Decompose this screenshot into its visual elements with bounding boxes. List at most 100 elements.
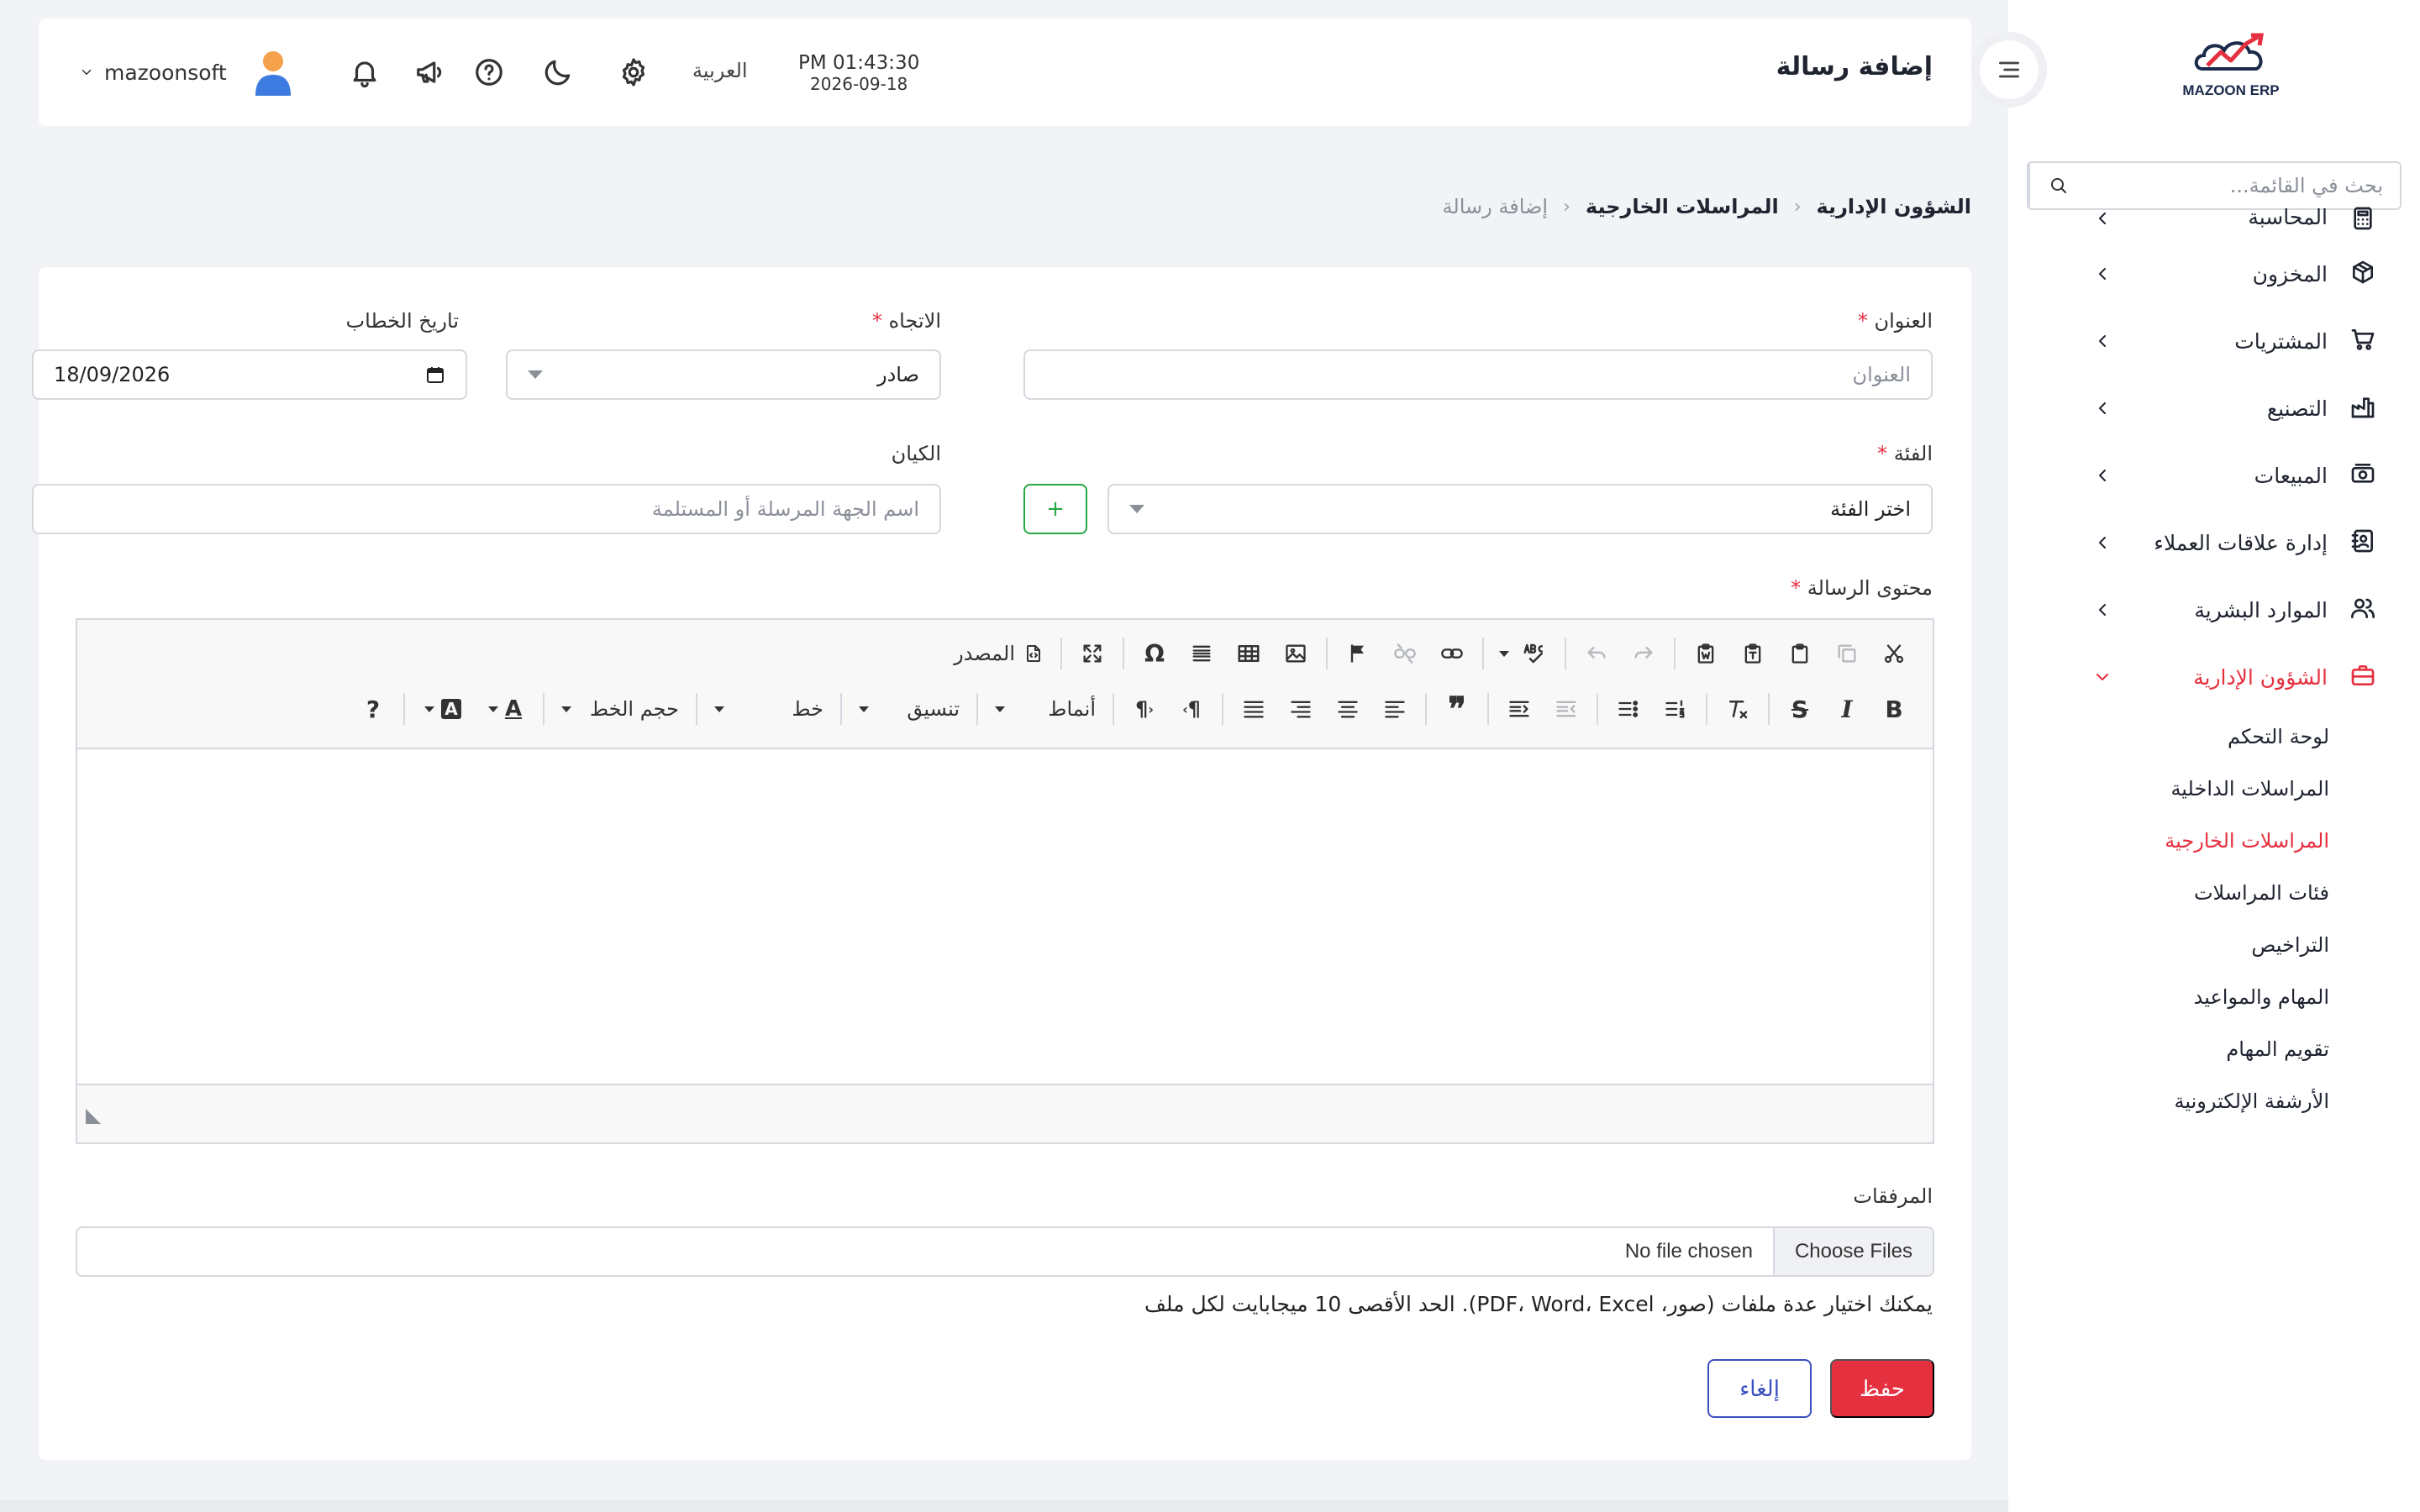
search-icon[interactable] xyxy=(2028,163,2087,208)
attachments-label: المرفقات xyxy=(1853,1184,1933,1208)
sidebar-item-sales[interactable]: المبيعات xyxy=(2008,442,2420,509)
font-size-label: حجم الخط xyxy=(589,697,679,721)
submenu-item-external-correspondence[interactable]: المراسلات الخارجية xyxy=(2008,815,2329,867)
sidebar-search-input[interactable] xyxy=(2087,174,2400,197)
bell-icon[interactable] xyxy=(346,54,383,91)
toolbar-separator xyxy=(403,693,405,725)
image-icon[interactable] xyxy=(1274,632,1318,675)
sidebar-item-hr[interactable]: الموارد البشرية xyxy=(2008,576,2420,643)
user-menu[interactable]: mazoonsoft xyxy=(79,49,294,96)
maximize-icon[interactable] xyxy=(1071,632,1114,675)
resize-handle-icon[interactable] xyxy=(86,1109,101,1124)
spellcheck-icon[interactable] xyxy=(1512,632,1556,675)
attachments-file-input[interactable]: Choose Files No file chosen xyxy=(76,1226,1934,1277)
font-size-dropdown[interactable]: حجم الخط xyxy=(553,687,687,731)
submenu-item-correspondence-categories[interactable]: فئات المراسلات xyxy=(2008,867,2329,919)
box-icon xyxy=(2346,259,2376,289)
clock: PM 01:43:30 2026-09-18 xyxy=(798,52,919,94)
moon-icon[interactable] xyxy=(539,54,576,91)
sidebar-item-accounting[interactable]: المحاسبة xyxy=(2008,205,2420,234)
text-direction-ltr-icon[interactable]: ¶ › xyxy=(1170,687,1213,731)
sidebar-item-inventory[interactable]: المخزون xyxy=(2008,240,2420,307)
paste-icon[interactable] xyxy=(1778,632,1822,675)
subject-label: العنوان * xyxy=(1857,309,1933,333)
toolbar-separator xyxy=(1326,638,1328,669)
table-icon[interactable] xyxy=(1227,632,1270,675)
copy-icon[interactable] xyxy=(1825,632,1869,675)
horizontal-rule-icon[interactable] xyxy=(1180,632,1223,675)
submenu-item-tasks-appointments[interactable]: المهام والمواعيد xyxy=(2008,971,2329,1023)
calculator-icon xyxy=(2346,205,2376,235)
text-direction-rtl-icon[interactable]: ‹ ¶ xyxy=(1123,687,1166,731)
align-center-icon[interactable] xyxy=(1326,687,1370,731)
special-char-icon[interactable]: Ω xyxy=(1133,632,1176,675)
sidebar-item-purchases[interactable]: المشتريات xyxy=(2008,307,2420,375)
toolbar-separator xyxy=(1123,638,1124,669)
breadcrumb-item[interactable]: الشؤون الإدارية xyxy=(1817,195,1972,218)
category-select[interactable]: اختر الفئة xyxy=(1107,484,1933,534)
subject-input[interactable]: العنوان xyxy=(1023,349,1933,400)
brand-logo[interactable]: MAZOON ERP xyxy=(2151,32,2311,116)
help-icon[interactable]: ? xyxy=(351,687,395,731)
link-icon[interactable] xyxy=(1430,632,1474,675)
calendar-icon[interactable] xyxy=(425,365,445,385)
sidebar-item-crm[interactable]: إدارة علاقات العملاء xyxy=(2008,509,2420,576)
background-color-button[interactable]: A xyxy=(413,687,472,731)
cancel-button[interactable]: إلغاء xyxy=(1707,1359,1812,1418)
paste-word-icon[interactable] xyxy=(1684,632,1728,675)
submenu-item-e-archiving[interactable]: الأرشفة الإلكترونية xyxy=(2008,1075,2329,1127)
unlink-icon[interactable] xyxy=(1383,632,1427,675)
toolbar-separator xyxy=(840,693,842,725)
sidebar-item-admin-affairs[interactable]: الشؤون الإدارية xyxy=(2008,643,2420,711)
anchor-flag-icon[interactable] xyxy=(1336,632,1380,675)
italic-button[interactable]: I xyxy=(1825,687,1869,731)
choose-files-button[interactable]: Choose Files xyxy=(1772,1228,1933,1275)
sidebar-search[interactable] xyxy=(2027,161,2402,210)
editor-content-area[interactable] xyxy=(77,749,1933,1085)
remove-format-icon[interactable] xyxy=(1716,687,1760,731)
page-title: إضافة رسالة xyxy=(1776,52,1933,81)
redo-icon[interactable] xyxy=(1622,632,1665,675)
paste-text-icon[interactable] xyxy=(1731,632,1775,675)
megaphone-icon[interactable] xyxy=(412,54,449,91)
blockquote-icon[interactable]: ❞ xyxy=(1435,687,1479,731)
text-color-button[interactable]: A xyxy=(476,687,534,731)
direction-label: الاتجاه * xyxy=(871,309,941,333)
letter-date-input[interactable]: 18/09/2026 xyxy=(32,349,467,400)
submenu-item-licenses[interactable]: التراخيص xyxy=(2008,919,2329,971)
source-button[interactable]: المصدر xyxy=(945,632,1052,675)
font-dropdown[interactable]: خط xyxy=(706,687,832,731)
submenu-item-internal-correspondence[interactable]: المراسلات الداخلية xyxy=(2008,763,2329,815)
align-justify-icon[interactable] xyxy=(1232,687,1276,731)
sidebar-toggle[interactable] xyxy=(1971,32,2047,108)
save-button[interactable]: حفظ xyxy=(1830,1359,1934,1418)
cut-icon[interactable] xyxy=(1872,632,1916,675)
gear-icon[interactable] xyxy=(615,54,652,91)
styles-dropdown[interactable]: أنماط xyxy=(986,687,1104,731)
breadcrumb-item[interactable]: المراسلات الخارجية xyxy=(1586,195,1779,218)
align-left-icon[interactable] xyxy=(1373,687,1417,731)
sidebar-item-manufacturing[interactable]: التصنيع xyxy=(2008,375,2420,442)
indent-icon[interactable] xyxy=(1497,687,1541,731)
numbered-list-icon[interactable] xyxy=(1654,687,1697,731)
bulleted-list-icon[interactable] xyxy=(1607,687,1650,731)
toolbar-separator xyxy=(1222,693,1223,725)
format-dropdown[interactable]: تنسيق xyxy=(850,687,968,731)
spellcheck-dropdown[interactable] xyxy=(1492,632,1509,675)
help-circle-icon[interactable] xyxy=(471,54,508,91)
submenu-item-dashboard[interactable]: لوحة التحكم xyxy=(2008,711,2329,763)
language-switch[interactable]: العربية xyxy=(692,59,748,82)
category-placeholder: اختر الفئة xyxy=(1830,497,1911,521)
align-right-icon[interactable] xyxy=(1279,687,1323,731)
toolbar-separator xyxy=(1768,693,1770,725)
add-category-button[interactable]: + xyxy=(1023,484,1087,534)
outdent-icon[interactable] xyxy=(1544,687,1588,731)
undo-icon[interactable] xyxy=(1575,632,1618,675)
submenu-item-tasks-calendar[interactable]: تقويم المهام xyxy=(2008,1023,2329,1075)
clock-time: PM 01:43:30 xyxy=(798,52,920,74)
strikethrough-button[interactable]: S xyxy=(1778,687,1822,731)
entity-input[interactable]: اسم الجهة المرسلة أو المستلمة xyxy=(32,484,941,534)
direction-select[interactable]: صادر xyxy=(506,349,941,400)
bold-button[interactable]: B xyxy=(1872,687,1916,731)
menu-icon xyxy=(1980,40,2039,99)
